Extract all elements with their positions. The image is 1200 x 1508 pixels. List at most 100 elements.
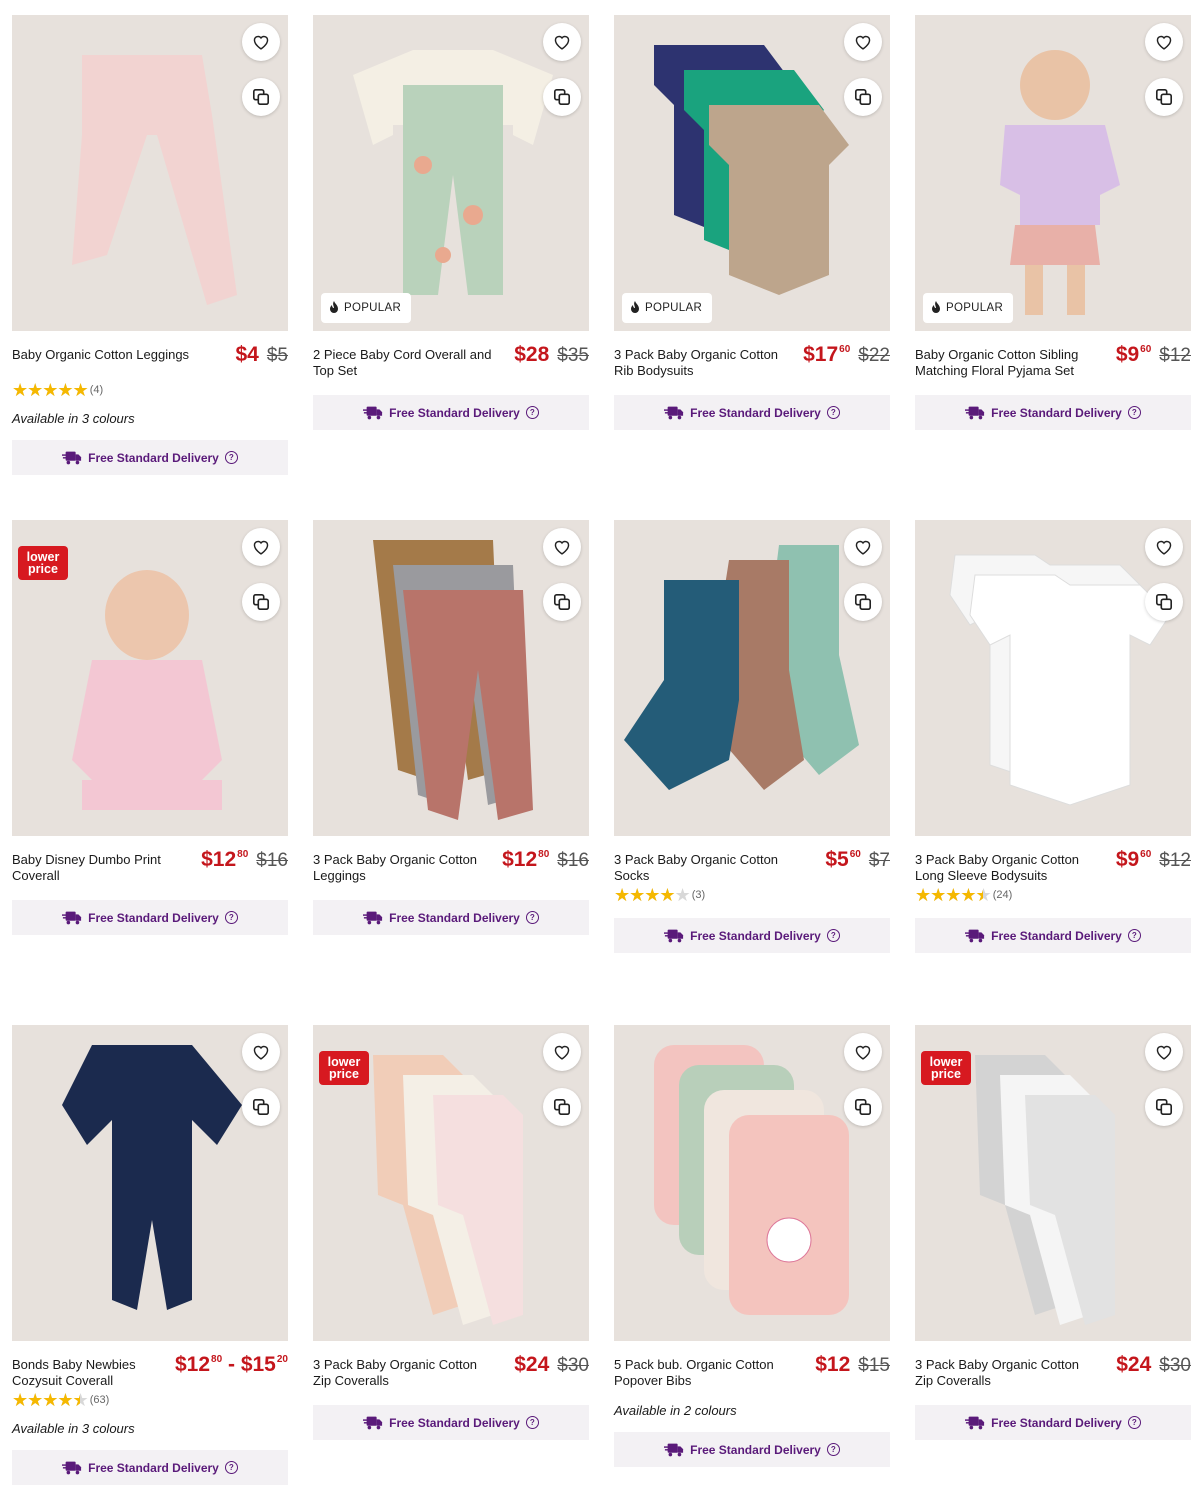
product-name[interactable]: 3 Pack Baby Organic Cotton Rib Bodysuits	[614, 347, 799, 379]
product-card[interactable]: POPULAR Baby Organic Cotton Sibling Match…	[915, 15, 1191, 430]
help-icon[interactable]: ?	[525, 1416, 539, 1429]
compare-icon[interactable]	[844, 78, 882, 116]
product-image[interactable]: POPULAR	[614, 15, 890, 331]
compare-icon[interactable]	[844, 583, 882, 621]
product-name[interactable]: 3 Pack Baby Organic Cotton Socks	[614, 852, 799, 884]
help-icon[interactable]: ?	[224, 451, 238, 464]
free-delivery-banner[interactable]: Free Standard Delivery?	[614, 918, 890, 953]
product-name[interactable]: Baby Organic Cotton Leggings	[12, 347, 189, 363]
wishlist-heart-icon[interactable]	[1145, 23, 1183, 61]
wishlist-heart-icon[interactable]	[242, 23, 280, 61]
rating[interactable]: ★★★★★★★★★★(63)	[12, 1391, 288, 1409]
compare-icon[interactable]	[844, 1088, 882, 1126]
product-image[interactable]	[313, 520, 589, 836]
free-delivery-banner[interactable]: Free Standard Delivery?	[915, 1405, 1191, 1440]
product-image[interactable]: lower price	[915, 1025, 1191, 1341]
product-card[interactable]: lower price Baby Disney Dumbo Print Covera…	[12, 520, 288, 935]
product-card[interactable]: POPULAR 2 Piece Baby Cord Overall and Top…	[313, 15, 589, 430]
help-icon[interactable]: ?	[826, 1443, 840, 1456]
wishlist-heart-icon[interactable]	[242, 528, 280, 566]
free-delivery-banner[interactable]: Free Standard Delivery?	[614, 395, 890, 430]
delivery-truck-icon	[62, 450, 82, 466]
product-card[interactable]: lower price 3 Pack Baby Organic Cotton Zip…	[915, 1025, 1191, 1440]
compare-icon[interactable]	[1145, 583, 1183, 621]
product-card[interactable]: 3 Pack Baby Organic Cotton Socks $560 $7 ★★…	[614, 520, 890, 953]
product-card[interactable]: 3 Pack Baby Organic Cotton Leggings $1280…	[313, 520, 589, 935]
compare-icon[interactable]	[543, 78, 581, 116]
product-name[interactable]: 3 Pack Baby Organic Cotton Long Sleeve B…	[915, 852, 1100, 884]
help-icon[interactable]: ?	[1127, 406, 1141, 419]
free-delivery-banner[interactable]: Free Standard Delivery?	[12, 440, 288, 475]
product-image[interactable]	[614, 1025, 890, 1341]
product-name[interactable]: 3 Pack Baby Organic Cotton Zip Coveralls	[313, 1357, 498, 1389]
wishlist-heart-icon[interactable]	[242, 1033, 280, 1071]
product-name[interactable]: Baby Organic Cotton Sibling Matching Flo…	[915, 347, 1100, 379]
compare-icon[interactable]	[1145, 78, 1183, 116]
help-icon[interactable]: ?	[826, 929, 840, 942]
free-delivery-banner[interactable]: Free Standard Delivery?	[313, 395, 589, 430]
product-image[interactable]: POPULAR	[915, 15, 1191, 331]
wishlist-heart-icon[interactable]	[543, 528, 581, 566]
compare-icon[interactable]	[543, 1088, 581, 1126]
flame-icon	[931, 300, 941, 316]
compare-icon[interactable]	[242, 583, 280, 621]
product-image[interactable]: lower price	[313, 1025, 589, 1341]
price-group: $1280 $16	[201, 848, 288, 872]
product-card[interactable]: 3 Pack Baby Organic Cotton Long Sleeve B…	[915, 520, 1191, 953]
lower-price-badge: lower price	[18, 546, 68, 580]
product-name[interactable]: Baby Disney Dumbo Print Coverall	[12, 852, 197, 884]
product-name[interactable]: Bonds Baby Newbies Cozysuit Coverall	[12, 1357, 175, 1389]
product-image[interactable]: POPULAR	[313, 15, 589, 331]
compare-icon[interactable]	[242, 1088, 280, 1126]
wishlist-heart-icon[interactable]	[844, 23, 882, 61]
free-delivery-banner[interactable]: Free Standard Delivery?	[313, 900, 589, 935]
help-icon[interactable]: ?	[1127, 1416, 1141, 1429]
free-delivery-banner[interactable]: Free Standard Delivery?	[313, 1405, 589, 1440]
product-card[interactable]: Bonds Baby Newbies Cozysuit Coverall $128…	[12, 1025, 288, 1485]
compare-icon[interactable]	[242, 78, 280, 116]
free-delivery-banner[interactable]: Free Standard Delivery?	[12, 1450, 288, 1485]
wishlist-heart-icon[interactable]	[543, 1033, 581, 1071]
popular-badge: POPULAR	[321, 293, 412, 323]
product-image[interactable]	[915, 520, 1191, 836]
product-image[interactable]	[12, 1025, 288, 1341]
wishlist-heart-icon[interactable]	[844, 528, 882, 566]
review-count: (24)	[992, 889, 1013, 901]
free-delivery-banner[interactable]: Free Standard Delivery?	[614, 1432, 890, 1467]
wishlist-heart-icon[interactable]	[543, 23, 581, 61]
help-icon[interactable]: ?	[525, 911, 539, 924]
help-icon[interactable]: ?	[525, 406, 539, 419]
help-icon[interactable]: ?	[1127, 929, 1141, 942]
product-name[interactable]: 5 Pack bub. Organic Cotton Popover Bibs	[614, 1357, 799, 1389]
rating[interactable]: ★★★★★★★★★★(24)	[915, 886, 1191, 904]
help-icon[interactable]: ?	[826, 406, 840, 419]
help-icon[interactable]: ?	[224, 911, 238, 924]
product-card[interactable]: 5 Pack bub. Organic Cotton Popover Bibs $…	[614, 1025, 890, 1467]
free-delivery-banner[interactable]: Free Standard Delivery?	[915, 395, 1191, 430]
product-card[interactable]: lower price 3 Pack Baby Organic Cotton Zip…	[313, 1025, 589, 1440]
was-price: $16	[557, 850, 589, 871]
product-name[interactable]: 3 Pack Baby Organic Cotton Leggings	[313, 852, 498, 884]
product-image[interactable]: lower price	[12, 520, 288, 836]
wishlist-heart-icon[interactable]	[844, 1033, 882, 1071]
product-name[interactable]: 3 Pack Baby Organic Cotton Zip Coveralls	[915, 1357, 1100, 1389]
product-image[interactable]	[614, 520, 890, 836]
product-image[interactable]	[12, 15, 288, 331]
compare-icon[interactable]	[1145, 1088, 1183, 1126]
popular-badge: POPULAR	[622, 293, 713, 323]
product-name[interactable]: 2 Piece Baby Cord Overall and Top Set	[313, 347, 498, 379]
help-icon[interactable]: ?	[224, 1461, 238, 1474]
free-delivery-banner[interactable]: Free Standard Delivery?	[915, 918, 1191, 953]
product-card[interactable]: Baby Organic Cotton Leggings $4 $5 ★★★★★ ★★★…	[12, 15, 288, 475]
compare-icon[interactable]	[543, 583, 581, 621]
wishlist-heart-icon[interactable]	[1145, 528, 1183, 566]
rating[interactable]: ★★★★★ ★★★★★ (4)	[12, 381, 288, 399]
wishlist-heart-icon[interactable]	[1145, 1033, 1183, 1071]
product-card[interactable]: POPULAR 3 Pack Baby Organic Cotton Rib Bo…	[614, 15, 890, 430]
delivery-truck-icon	[664, 1442, 684, 1458]
rating[interactable]: ★★★★★★★★★★(3)	[614, 886, 890, 904]
price-group: $28 $35	[514, 343, 589, 367]
free-delivery-banner[interactable]: Free Standard Delivery?	[12, 900, 288, 935]
price-group: $24 $30	[1116, 1353, 1191, 1377]
delivery-truck-icon	[363, 910, 383, 926]
